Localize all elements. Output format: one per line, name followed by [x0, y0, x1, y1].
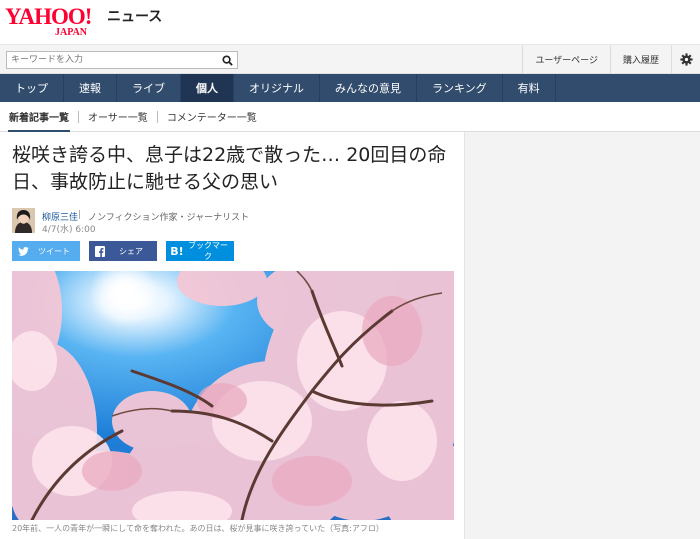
- search-input[interactable]: [7, 52, 223, 68]
- search-box: [6, 51, 238, 69]
- share-label: シェア: [119, 246, 143, 256]
- purchase-history-link[interactable]: 購入履歴: [609, 45, 671, 74]
- tab-commentators[interactable]: コメンテーター一覧: [158, 102, 266, 132]
- service-name[interactable]: ニュース: [107, 9, 162, 25]
- logo-yahoo-text: YAHOO!: [5, 4, 92, 29]
- nav-individual[interactable]: 個人: [181, 74, 234, 102]
- yahoo-japan-logo[interactable]: YAHOO! JAPAN: [5, 5, 105, 39]
- tab-authors[interactable]: オーサー一覧: [79, 102, 157, 132]
- user-page-link[interactable]: ユーザーページ: [522, 45, 610, 74]
- twitter-bird-icon: [12, 241, 34, 261]
- main-nav: トップ 速報 ライブ 個人 オリジナル みんなの意見 ランキング 有料: [0, 74, 700, 102]
- logo-japan-text: JAPAN: [55, 27, 88, 38]
- settings-button[interactable]: [671, 45, 700, 74]
- facebook-icon: [89, 241, 111, 261]
- search-bar-row: ユーザーページ 購入履歴: [0, 44, 700, 74]
- publish-date: 4/7(水) 6:00: [42, 225, 96, 235]
- nav-top[interactable]: トップ: [0, 74, 64, 102]
- search-button[interactable]: [217, 52, 237, 68]
- nav-ranking[interactable]: ランキング: [417, 74, 503, 102]
- nav-live[interactable]: ライブ: [117, 74, 181, 102]
- facebook-share-button[interactable]: シェア: [89, 241, 157, 261]
- hatena-bookmark-button[interactable]: B! ブックマーク: [166, 241, 234, 261]
- nav-original[interactable]: オリジナル: [234, 74, 320, 102]
- tab-new-articles[interactable]: 新着記事一覧: [0, 102, 78, 132]
- tweet-label: ツイート: [38, 246, 70, 256]
- article-title: 桜咲き誇る中、息子は22歳で散った… 20回目の命日、事故防止に馳せる父の思い: [12, 144, 447, 193]
- author-role: ノンフィクション作家・ジャーナリスト: [88, 213, 250, 223]
- nav-paid[interactable]: 有料: [503, 74, 556, 102]
- bookmark-label: ブックマーク: [188, 241, 228, 261]
- author-separator: |: [78, 210, 82, 220]
- hatena-bookmark-icon: B!: [170, 244, 184, 258]
- right-sidebar: [464, 132, 700, 539]
- author-avatar[interactable]: [12, 208, 35, 233]
- author-photo-icon: [12, 208, 35, 233]
- gear-icon: [679, 53, 693, 66]
- header: YAHOO! JAPAN ニュース: [0, 0, 700, 44]
- nav-opinions[interactable]: みんなの意見: [320, 74, 417, 102]
- nav-breaking[interactable]: 速報: [64, 74, 117, 102]
- cherry-blossom-image: [12, 271, 454, 520]
- sub-nav: 新着記事一覧 オーサー一覧 コメンテーター一覧: [0, 102, 700, 132]
- article-photo: [12, 271, 454, 520]
- photo-caption: 20年前、一人の青年が一瞬にして命を奪われた。あの日は、桜が見事に咲き誇っていた…: [12, 524, 384, 533]
- search-icon: [221, 54, 233, 66]
- tweet-button[interactable]: ツイート: [12, 241, 80, 261]
- user-links: ユーザーページ 購入履歴: [522, 45, 700, 74]
